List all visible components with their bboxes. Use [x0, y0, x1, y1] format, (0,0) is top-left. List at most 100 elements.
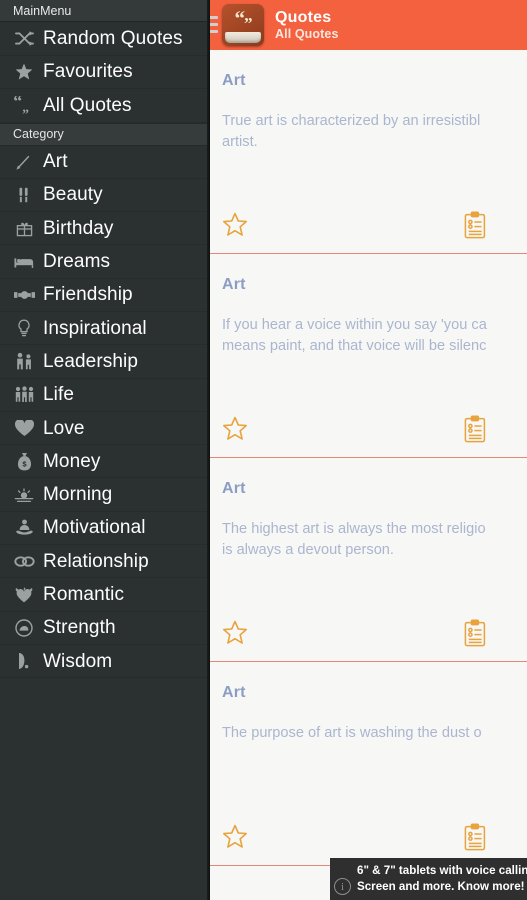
sidebar-item-label: Inspirational	[43, 317, 147, 339]
lightbulb-icon	[9, 317, 39, 339]
quote-category: Art	[222, 72, 246, 89]
sidebar-item-money[interactable]: $ Money	[0, 445, 210, 479]
sidebar-item-love[interactable]: Love	[0, 412, 210, 446]
book-quote-marks: “”	[234, 6, 253, 33]
sidebar-item-label: All Quotes	[43, 94, 132, 116]
shuffle-icon	[9, 27, 39, 49]
sidebar-item-label: Leadership	[43, 350, 139, 372]
quote-book-icon: “”	[222, 4, 264, 46]
sidebar-item-label: Birthday	[43, 217, 114, 239]
sunrise-icon	[9, 484, 39, 506]
quote-text-line: is always a devout person.	[222, 542, 394, 559]
makeup-brush-icon	[9, 184, 39, 206]
sidebar-item-label: Wisdom	[43, 650, 113, 672]
star-icon	[9, 61, 39, 83]
clipboard-icon[interactable]	[463, 211, 487, 239]
app-bar-titles: Quotes All Quotes	[275, 9, 339, 42]
sidebar-item-label: Motivational	[43, 517, 146, 539]
sidebar-item-relationship[interactable]: Relationship	[0, 545, 210, 579]
quote-text-line: means paint, and that voice will be sile…	[222, 338, 487, 355]
clipboard-icon[interactable]	[463, 619, 487, 647]
people-icon	[9, 350, 39, 372]
app-bar: “” Quotes All Quotes	[210, 0, 527, 50]
navigation-drawer: MainMenu Random Quotes Favourites “ „ Al…	[0, 0, 210, 900]
bed-icon	[9, 251, 39, 273]
star-outline-icon[interactable]	[222, 824, 248, 850]
ad-text: 6" & 7" tablets with voice calling, I Sc…	[357, 863, 527, 894]
linked-rings-icon	[9, 550, 39, 572]
paintbrush-icon	[9, 151, 39, 173]
muscle-arm-icon	[9, 617, 39, 639]
ad-text-line: 6" & 7" tablets with voice calling, I	[357, 864, 527, 878]
sidebar-item-label: Friendship	[43, 284, 133, 306]
quote-text: True art is characterized by an irresist…	[222, 111, 527, 154]
meditation-icon	[9, 517, 39, 539]
quote-card[interactable]: Art The highest art is always the most r…	[210, 458, 527, 662]
page-subtitle: All Quotes	[275, 27, 339, 42]
sidebar-item-leadership[interactable]: Leadership	[0, 345, 210, 379]
quote-actions	[222, 823, 517, 851]
sidebar-item-friendship[interactable]: Friendship	[0, 279, 210, 312]
quote-card[interactable]: Art The purpose of art is washing the du…	[210, 662, 527, 866]
quote-text: The highest art is always the most relig…	[222, 519, 527, 562]
sidebar-item-all-quotes[interactable]: “ „ All Quotes	[0, 89, 210, 123]
sidebar-item-motivational[interactable]: Motivational	[0, 512, 210, 546]
sidebar-item-label: Beauty	[43, 184, 103, 206]
star-outline-icon[interactable]	[222, 416, 248, 442]
star-outline-icon[interactable]	[222, 212, 248, 238]
sidebar-item-label: Life	[43, 384, 75, 406]
sidebar-item-label: Morning	[43, 484, 113, 506]
family-icon	[9, 384, 39, 406]
sidebar-item-birthday[interactable]: Birthday	[0, 212, 210, 246]
sidebar-item-label: Dreams	[43, 251, 111, 273]
sidebar-item-wisdom[interactable]: Wisdom	[0, 645, 210, 679]
sidebar-item-label: Strength	[43, 617, 116, 639]
page-title: Quotes	[275, 8, 332, 26]
quote-card[interactable]: Art True art is characterized by an irre…	[210, 50, 527, 254]
heart-with-wings-icon	[9, 584, 39, 606]
sidebar-item-label: Favourites	[43, 61, 133, 83]
svg-text:“: “	[13, 96, 22, 111]
quote-card[interactable]: Art If you hear a voice within you say '…	[210, 254, 527, 458]
handshake-icon	[9, 284, 39, 306]
sidebar-item-romantic[interactable]: Romantic	[0, 578, 210, 612]
sidebar-item-morning[interactable]: Morning	[0, 478, 210, 512]
quote-category: Art	[222, 276, 246, 293]
quote-text-line: The highest art is always the most relig…	[222, 521, 486, 537]
quote-category: Art	[222, 684, 246, 701]
quote-actions	[222, 415, 517, 443]
sidebar-item-inspirational[interactable]: Inspirational	[0, 312, 210, 346]
quote-text-line: If you hear a voice within you say 'you …	[222, 317, 487, 333]
clipboard-icon[interactable]	[463, 415, 487, 443]
sidebar-item-art[interactable]: Art	[0, 146, 210, 179]
app-root: MainMenu Random Quotes Favourites “ „ Al…	[0, 0, 527, 900]
money-bag-icon: $	[9, 450, 39, 472]
quote-actions	[222, 211, 517, 239]
sidebar-item-strength[interactable]: Strength	[0, 612, 210, 645]
hamburger-icon[interactable]	[210, 16, 218, 33]
sidebar-item-random-quotes[interactable]: Random Quotes	[0, 22, 210, 56]
sidebar-item-dreams[interactable]: Dreams	[0, 245, 210, 279]
clipboard-icon[interactable]	[463, 823, 487, 851]
heart-icon	[9, 417, 39, 439]
book-pages	[225, 32, 261, 43]
quote-text-line: True art is characterized by an irresist…	[222, 113, 481, 129]
sidebar-item-beauty[interactable]: Beauty	[0, 179, 210, 213]
owl-icon	[9, 650, 39, 672]
sidebar-item-label: Relationship	[43, 550, 149, 572]
quote-text: If you hear a voice within you say 'you …	[222, 315, 527, 358]
sidebar-item-life[interactable]: Life	[0, 379, 210, 412]
star-outline-icon[interactable]	[222, 620, 248, 646]
quote-text: The purpose of art is washing the dust o	[222, 723, 527, 744]
drawer-header-label: MainMenu	[13, 3, 72, 18]
ad-banner[interactable]: i 6" & 7" tablets with voice calling, I …	[330, 858, 527, 900]
svg-text:„: „	[22, 100, 29, 115]
quote-text-line: artist.	[222, 134, 258, 151]
info-icon[interactable]: i	[334, 878, 351, 895]
quote-text-line: The purpose of art is washing the dust o	[222, 725, 482, 741]
quote-actions	[222, 619, 517, 647]
sidebar-item-label: Romantic	[43, 584, 125, 605]
sidebar-item-favourites[interactable]: Favourites	[0, 56, 210, 89]
category-section-label: Category	[13, 127, 64, 141]
quote-category: Art	[222, 480, 246, 497]
